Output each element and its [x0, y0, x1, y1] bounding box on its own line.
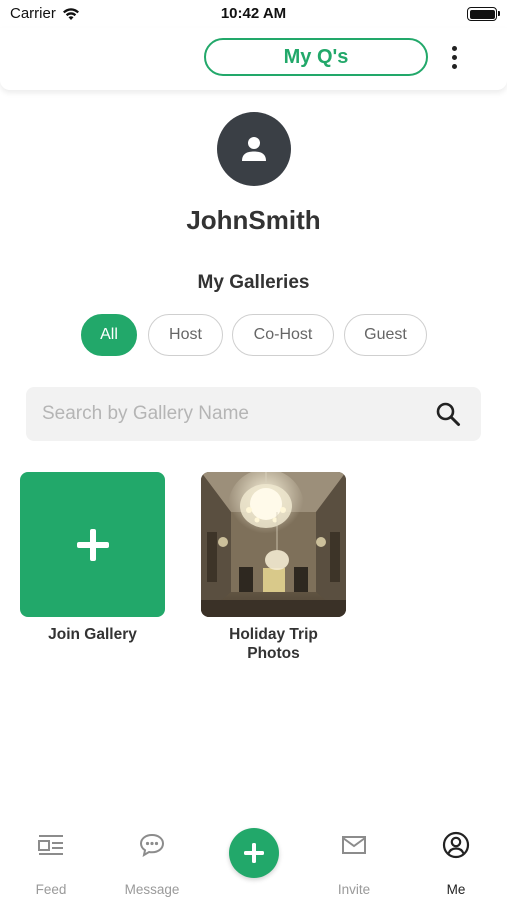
filter-chip-host[interactable]: Host	[148, 314, 223, 356]
more-dot	[451, 63, 457, 69]
user-icon	[242, 137, 266, 161]
chat-icon	[137, 830, 167, 860]
join-gallery-label: Join Gallery	[48, 626, 137, 643]
tab-message-label: Message	[124, 882, 180, 897]
tab-feed[interactable]: Feed	[11, 830, 91, 900]
create-button[interactable]	[229, 828, 279, 878]
mail-icon	[339, 830, 369, 860]
account-circle-icon	[441, 830, 471, 860]
filter-chip-co-host[interactable]: Co-Host	[232, 314, 334, 356]
galleries-title: My Galleries	[197, 272, 310, 293]
chandelier-hall-photo	[201, 472, 346, 617]
more-vertical-icon[interactable]	[440, 42, 468, 72]
gallery-tile-holiday-trip[interactable]: Holiday Trip Photos	[201, 472, 346, 663]
gallery-filter-chips: All Host Co-Host Guest	[0, 314, 507, 356]
search-icon[interactable]	[435, 401, 461, 427]
username: JohnSmith	[186, 205, 321, 235]
gallery-thumbnail[interactable]	[201, 472, 346, 617]
status-time: 10:42 AM	[220, 5, 287, 22]
join-gallery-button[interactable]	[20, 472, 165, 617]
join-gallery-tile[interactable]: Join Gallery	[20, 472, 165, 644]
plus-icon	[76, 528, 109, 561]
tab-invite-label: Invite	[337, 882, 371, 897]
top-header: My Q's	[0, 28, 507, 90]
search-bar	[26, 387, 481, 441]
more-dot	[451, 54, 457, 60]
battery-icon	[467, 7, 500, 21]
gallery-tile-label: Holiday Trip Photos	[229, 626, 318, 662]
tab-invite[interactable]: Invite	[314, 830, 394, 900]
battery-level	[469, 9, 495, 19]
tab-me-label: Me	[446, 882, 466, 897]
plus-icon	[244, 843, 264, 863]
tab-message[interactable]: Message	[112, 830, 192, 900]
feed-icon	[36, 830, 66, 860]
status-bar: Carrier 10:42 AM	[0, 0, 507, 28]
tab-me[interactable]: Me	[416, 830, 496, 900]
avatar[interactable]	[217, 112, 291, 186]
search-input[interactable]	[42, 387, 422, 441]
filter-chip-all[interactable]: All	[81, 314, 137, 356]
my-qs-button[interactable]: My Q's	[204, 38, 428, 76]
more-dot	[451, 45, 457, 51]
filter-chip-guest[interactable]: Guest	[344, 314, 427, 356]
tab-feed-label: Feed	[35, 882, 67, 897]
